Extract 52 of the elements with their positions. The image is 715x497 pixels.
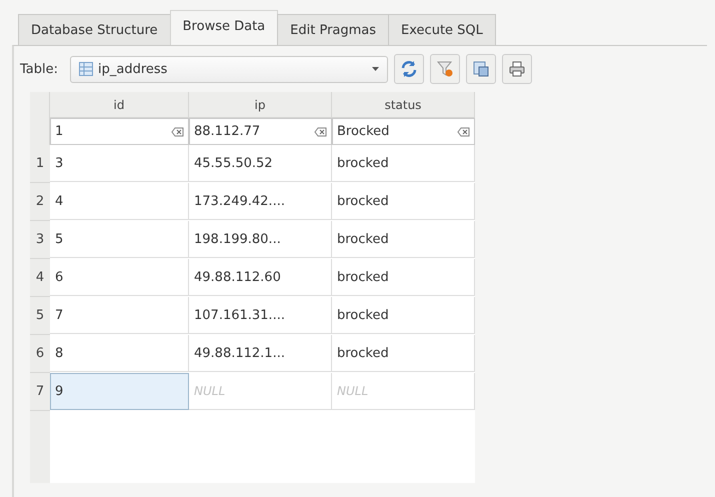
refresh-button[interactable] — [394, 54, 424, 84]
table-cell[interactable]: 198.199.80... — [189, 221, 332, 258]
table-cell[interactable]: 8 — [50, 335, 189, 372]
documents-icon — [472, 60, 490, 78]
row-number: 3 — [30, 221, 50, 259]
row-number: 7 — [30, 373, 50, 411]
table-cell[interactable]: 45.55.50.52 — [189, 145, 332, 182]
table-cell[interactable]: brocked — [332, 183, 475, 220]
tab[interactable]: Browse Data — [170, 10, 278, 45]
row-number: 6 — [30, 335, 50, 373]
table-cell[interactable]: 7 — [50, 297, 189, 334]
tab[interactable]: Database Structure — [18, 14, 171, 45]
printer-icon — [508, 60, 526, 78]
column-header[interactable]: status — [332, 92, 475, 118]
filter-field[interactable]: 1 — [50, 118, 189, 145]
row-number: 4 — [30, 259, 50, 297]
clear-icon[interactable] — [457, 126, 470, 136]
filter-field[interactable]: Brocked — [332, 118, 475, 145]
table-cell[interactable]: 4 — [50, 183, 189, 220]
table-cell[interactable]: brocked — [332, 221, 475, 258]
table-cell[interactable]: 49.88.112.60 — [189, 259, 332, 296]
table-dropdown[interactable]: ip_address — [70, 56, 388, 82]
save-table-button[interactable] — [466, 54, 496, 84]
table-cell[interactable]: brocked — [332, 297, 475, 334]
print-button[interactable] — [502, 54, 532, 84]
table-cell[interactable]: brocked — [332, 259, 475, 296]
row-number: 2 — [30, 183, 50, 221]
table-cell[interactable]: 9 — [50, 373, 189, 410]
table-cell[interactable]: 49.88.112.1... — [189, 335, 332, 372]
table-cell[interactable]: 6 — [50, 259, 189, 296]
filter-field[interactable]: 88.112.77 — [189, 118, 332, 145]
table-cell[interactable]: brocked — [332, 335, 475, 372]
table-cell[interactable]: brocked — [332, 145, 475, 182]
row-number: 1 — [30, 145, 50, 183]
table-cell[interactable]: 5 — [50, 221, 189, 258]
table-cell[interactable]: 173.249.42.... — [189, 183, 332, 220]
clear-filters-button[interactable] — [430, 54, 460, 84]
header-corner — [30, 92, 50, 118]
refresh-icon — [400, 60, 418, 78]
clear-icon[interactable] — [314, 126, 327, 136]
filter-icon — [436, 60, 454, 78]
clear-icon[interactable] — [171, 126, 184, 136]
tab[interactable]: Edit Pragmas — [277, 14, 390, 45]
column-header[interactable]: ip — [189, 92, 332, 118]
column-header[interactable]: id — [50, 92, 189, 118]
tab[interactable]: Execute SQL — [388, 14, 496, 45]
dropdown-arrow-icon — [372, 67, 379, 71]
row-number: 5 — [30, 297, 50, 335]
table-label: Table: — [20, 62, 58, 76]
table-icon — [79, 62, 93, 76]
table-cell[interactable]: 107.161.31.... — [189, 297, 332, 334]
table-cell[interactable]: 3 — [50, 145, 189, 182]
